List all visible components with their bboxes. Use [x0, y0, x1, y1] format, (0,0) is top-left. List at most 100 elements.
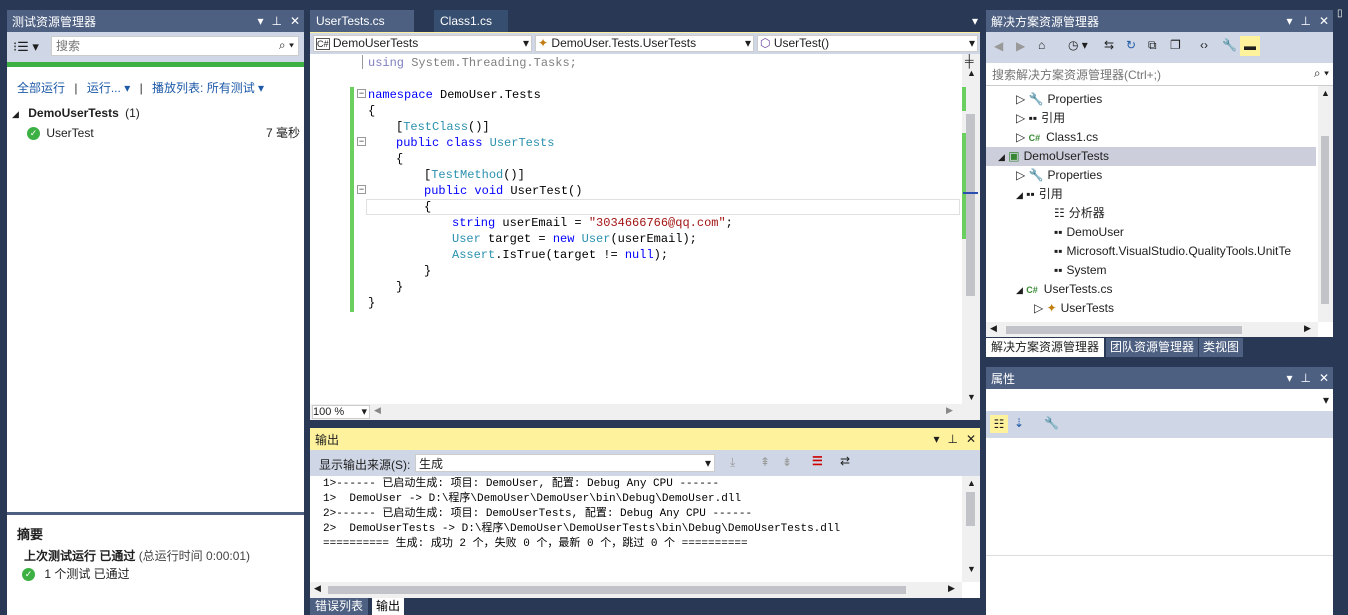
scroll-up-icon[interactable]: ▲ — [967, 478, 976, 488]
split-icon[interactable]: ╪ — [965, 54, 974, 68]
tree-item-test-project[interactable]: ◢ ▣ DemoUserTests — [998, 147, 1109, 166]
group-by-icon[interactable]: ⁝☰ ▾ — [13, 39, 39, 55]
scroll-up-icon[interactable]: ▲ — [967, 68, 976, 78]
chevron-down-icon[interactable]: ▾ — [1286, 14, 1292, 28]
preview-icon[interactable]: ▬ — [1240, 36, 1260, 56]
tree-item-usertests-cs[interactable]: ◢ C# UserTests.cs — [1016, 280, 1112, 299]
expand-arrow-icon[interactable]: ▷ — [1016, 92, 1025, 106]
scroll-thumb[interactable] — [1321, 136, 1329, 304]
tab-class1-cs[interactable]: Class1.cs — [434, 10, 508, 32]
collapse-arrow-icon[interactable]: ◢ — [1016, 190, 1023, 200]
view-code-icon[interactable]: ‹› — [1200, 38, 1208, 52]
forward-icon[interactable]: ▶ — [1016, 39, 1025, 53]
collapse-arrow-icon[interactable]: ◢ — [998, 152, 1005, 162]
clear-all-icon[interactable]: ☰ — [812, 454, 823, 468]
tree-item-ref-demouser[interactable]: ▪▪ DemoUser — [1054, 223, 1124, 242]
collapse-method-icon[interactable]: − — [357, 185, 366, 194]
right-edge-tab-icon[interactable]: ▯ — [1337, 8, 1343, 19]
chevron-down-icon[interactable]: ▾ — [705, 456, 711, 470]
solution-search-input[interactable] — [990, 65, 1294, 85]
tab-solution-explorer[interactable]: 解决方案资源管理器 — [986, 338, 1105, 357]
expand-arrow-icon[interactable]: ▷ — [1016, 168, 1025, 182]
close-icon[interactable]: ✕ — [1319, 371, 1329, 385]
tab-team-explorer[interactable]: 团队资源管理器 — [1106, 338, 1199, 357]
next-message-icon[interactable]: ⇟ — [782, 455, 792, 469]
scroll-right-icon[interactable]: ▶ — [1304, 323, 1311, 334]
scroll-left-icon[interactable]: ◀ — [374, 405, 381, 416]
scroll-thumb[interactable] — [328, 586, 906, 594]
search-icon[interactable]: ⌕ ▾ — [1314, 66, 1329, 81]
search-icon[interactable]: ⌕ ▾ — [279, 38, 294, 53]
tree-item-properties[interactable]: ▷ 🔧 Properties — [1016, 90, 1102, 109]
nav-project-dropdown[interactable]: C# DemoUserTests ▾ — [313, 35, 532, 52]
chevron-down-icon[interactable]: ▾ — [1323, 393, 1329, 407]
pin-icon[interactable]: ⊥ — [1300, 14, 1310, 28]
tree-item-ref-qualitytools[interactable]: ▪▪ Microsoft.VisualStudio.QualityTools.Un… — [1054, 242, 1318, 261]
scroll-right-icon[interactable]: ▶ — [946, 405, 953, 416]
sync-icon[interactable]: ⇆ — [1104, 38, 1114, 52]
tab-usertests-cs[interactable]: UserTests.cs ⊥ ✕ — [310, 10, 414, 50]
solution-vscrollbar[interactable]: ▲ — [1318, 86, 1333, 322]
close-icon[interactable]: ✕ — [966, 432, 976, 446]
chevron-down-icon[interactable]: ▾ — [745, 36, 751, 50]
scroll-left-icon[interactable]: ◀ — [314, 583, 321, 594]
tab-class-view[interactable]: 类视图 — [1199, 338, 1244, 357]
test-group-row[interactable]: ◢ DemoUserTests (1) — [12, 104, 140, 123]
chevron-down-icon[interactable]: ▾ — [972, 14, 978, 28]
tab-output[interactable]: 输出 — [372, 598, 405, 615]
chevron-down-icon[interactable]: ▾ — [124, 81, 130, 95]
categorized-icon[interactable]: ☷ — [990, 415, 1008, 433]
output-vscrollbar[interactable]: ▲ ▼ — [962, 476, 980, 582]
scroll-right-icon[interactable]: ▶ — [948, 583, 955, 594]
nav-member-dropdown[interactable]: ⬡ UserTest() ▾ — [757, 35, 978, 52]
chevron-down-icon[interactable]: ▾ — [258, 81, 264, 95]
chevron-down-icon[interactable]: ▾ — [257, 14, 263, 28]
expand-triangle-icon[interactable]: ◢ — [12, 109, 19, 119]
prev-message-icon[interactable]: ⇞ — [760, 455, 770, 469]
pin-icon[interactable]: ⊥ — [271, 14, 281, 28]
expand-arrow-icon[interactable]: ▷ — [1016, 111, 1025, 125]
expand-arrow-icon[interactable]: ▷ — [1034, 301, 1043, 315]
property-pages-icon[interactable]: 🔧 — [1044, 416, 1059, 430]
chevron-down-icon[interactable]: ▾ — [969, 36, 975, 50]
test-search-input[interactable] — [54, 37, 258, 55]
test-row[interactable]: ✓ UserTest 7 毫秒 — [27, 124, 302, 143]
run-all-link[interactable]: 全部运行 — [17, 81, 65, 95]
scroll-thumb[interactable] — [966, 492, 975, 526]
tree-item-analyzers[interactable]: ☷ 分析器 — [1054, 204, 1105, 223]
scroll-thumb[interactable] — [966, 114, 975, 296]
scroll-up-icon[interactable]: ▲ — [1321, 88, 1330, 98]
nav-class-dropdown[interactable]: ✦ DemoUser.Tests.UserTests ▾ — [535, 35, 754, 52]
close-icon[interactable]: ✕ — [290, 14, 300, 28]
tree-item-properties[interactable]: ▷ 🔧 Properties — [1016, 166, 1102, 185]
collapse-namespace-icon[interactable]: − — [357, 89, 366, 98]
scroll-thumb[interactable] — [1006, 326, 1242, 334]
close-icon[interactable]: ✕ — [1319, 14, 1329, 28]
output-hscrollbar[interactable]: ◀ ▶ — [310, 582, 962, 598]
back-icon[interactable]: ◀ — [994, 39, 1003, 53]
show-all-files-icon[interactable]: ❐ — [1170, 38, 1181, 52]
solution-hscrollbar[interactable]: ◀ ▶ — [986, 322, 1318, 337]
tree-item-class1[interactable]: ▷ C# Class1.cs — [1016, 128, 1098, 147]
tree-item-usertests-class[interactable]: ▷ ✦ UserTests — [1034, 299, 1114, 318]
solution-search-box[interactable]: ⌕ ▾ — [986, 63, 1333, 86]
collapse-arrow-icon[interactable]: ◢ — [1016, 285, 1023, 295]
properties-object-dropdown[interactable]: ▾ — [986, 389, 1333, 412]
word-wrap-icon[interactable]: ⇄ — [840, 454, 850, 468]
home-icon[interactable]: ⌂ — [1038, 38, 1045, 52]
tree-item-references[interactable]: ◢ ▪▪ 引用 — [1016, 185, 1063, 204]
pin-icon[interactable]: ⊥ — [1300, 371, 1310, 385]
refresh-icon[interactable]: ↻ — [1126, 38, 1136, 52]
output-source-dropdown[interactable]: 生成 ▾ — [415, 454, 715, 472]
pending-changes-icon[interactable]: ◷ ▾ — [1068, 38, 1088, 52]
tab-error-list[interactable]: 错误列表 — [310, 598, 369, 615]
properties-wrench-icon[interactable]: 🔧 — [1222, 38, 1237, 52]
alphabetical-icon[interactable]: ⇣ — [1014, 416, 1024, 430]
chevron-down-icon[interactable]: ▾ — [1286, 371, 1292, 385]
scroll-down-icon[interactable]: ▼ — [967, 392, 976, 402]
pin-icon[interactable]: ⊥ — [947, 432, 957, 446]
test-search-box[interactable]: ⌕ ▾ — [51, 36, 299, 56]
collapse-class-icon[interactable]: − — [357, 137, 366, 146]
tree-item-ref-system[interactable]: ▪▪ System — [1054, 261, 1107, 280]
tree-item-references[interactable]: ▷ ▪▪ 引用 — [1016, 109, 1065, 128]
